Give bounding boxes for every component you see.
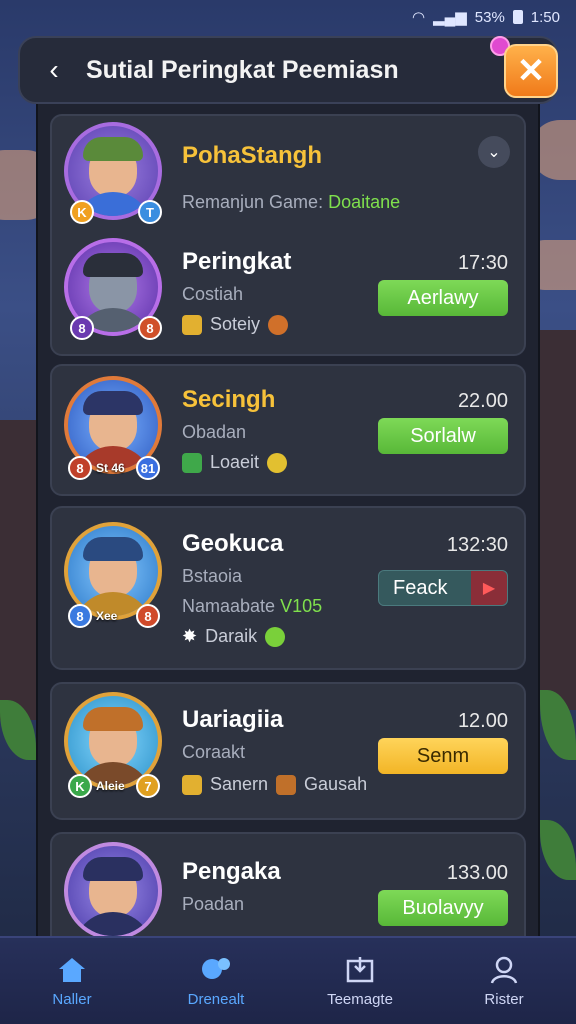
leaderboard-card: K T PohaStangh ⌄ Remanjun Game: Doaitane…: [50, 114, 526, 356]
player-subtitle: Costiah: [182, 284, 244, 304]
nav-label: Teemagte: [327, 990, 393, 1008]
chevron-left-icon: ‹: [49, 54, 59, 85]
badge-label: Xee: [96, 609, 118, 623]
nav-label: Naller: [52, 990, 92, 1008]
player-name: Geokuca: [182, 530, 284, 557]
game-label: Namaabate: [182, 596, 276, 616]
player-name: Secingh: [182, 386, 276, 413]
trophy-icon: [344, 955, 376, 985]
game-label: Remanjun Game:: [182, 192, 324, 212]
coin-icon: [182, 774, 202, 795]
score-time: 132:30: [446, 534, 508, 556]
item-label: Daraik: [205, 626, 258, 646]
level-badge: T: [138, 200, 162, 224]
player-name: PohaStangh: [182, 142, 323, 169]
game-value: Doaitane: [328, 192, 401, 212]
back-button[interactable]: ‹: [30, 46, 78, 94]
level-badge: 8: [136, 604, 160, 628]
action-button[interactable]: Senm: [378, 738, 508, 774]
chevron-down-icon: ⌄: [487, 144, 501, 161]
chest-icon: [276, 774, 297, 795]
home-icon: [56, 955, 88, 985]
wifi-icon: ◠: [411, 9, 426, 26]
badge-label: Aleie: [96, 779, 125, 793]
clock: 1:50: [530, 8, 560, 26]
score-time: 22.00: [457, 390, 508, 412]
sparkle-icon: ✸: [182, 626, 198, 646]
battery-icon: [512, 10, 523, 24]
score-time: 133.00: [446, 862, 508, 884]
score-time: 12.00: [457, 710, 508, 732]
player-subtitle: Bstaoia: [182, 566, 243, 586]
nav-item-chat[interactable]: Drenealt: [161, 955, 271, 1008]
rank-badge: K: [70, 200, 94, 224]
bottom-navigation: Naller Drenealt Teemagte Rister: [0, 936, 576, 1024]
signal-icon: ▂▄▆: [433, 9, 467, 26]
action-button[interactable]: Buolavyy: [378, 890, 508, 926]
chat-icon: [200, 955, 232, 985]
medal-icon: [268, 314, 289, 335]
gem-icon: [265, 626, 286, 647]
player-subtitle: Obadan: [182, 422, 247, 442]
rank-badge: 8: [68, 456, 92, 480]
level-badge: 8: [138, 316, 162, 340]
status-bar: ◠ ▂▄▆ 53% 1:50: [0, 0, 576, 34]
item-label: Loaeit: [210, 452, 260, 472]
leaderboard-panel: K T PohaStangh ⌄ Remanjun Game: Doaitane…: [36, 104, 540, 944]
page-title: Sutial Peringkat Peemiasn: [86, 55, 399, 84]
leaderboard-card: Pengaka 133.00 Poadan Buolavyy: [50, 832, 526, 944]
rank-badge: K: [68, 774, 92, 798]
leaderboard-card: 8 St 46 81 Secingh 22.00 Obadan Loaeit S…: [50, 364, 526, 496]
leaderboard-card: K Aleie 7 Uariagiia 12.00 Coraakt Sanern…: [50, 682, 526, 820]
coin-icon: [182, 314, 202, 335]
action-button[interactable]: Aerlawy: [378, 280, 508, 316]
expand-button[interactable]: ⌄: [478, 136, 510, 168]
item-label: Sanern: [210, 774, 269, 794]
player-name: Peringkat: [182, 248, 292, 275]
level-badge: 7: [136, 774, 160, 798]
rank-badge: 8: [70, 316, 94, 340]
close-button[interactable]: ✕: [504, 44, 558, 98]
nav-label: Rister: [484, 990, 524, 1008]
leaderboard-card: 8 Xee 8 Geokuca 132:30 Bstaoia Namaabate…: [50, 506, 526, 670]
profile-icon: [488, 955, 520, 985]
header-bar: ‹ Sutial Peringkat Peemiasn ✕: [18, 36, 558, 104]
nav-label: Drenealt: [187, 990, 245, 1008]
gem-icon: [182, 452, 202, 473]
rank-badge: 8: [68, 604, 92, 628]
player-subtitle: Coraakt: [182, 742, 246, 762]
nav-item-trophy[interactable]: Teemagte: [305, 955, 415, 1008]
action-button[interactable]: Feack ▶: [378, 570, 508, 606]
item-label-2: Gausah: [304, 774, 368, 794]
nav-item-profile[interactable]: Rister: [449, 955, 559, 1008]
score-time: 17:30: [457, 252, 508, 274]
game-value: V105: [280, 596, 323, 616]
badge-label: St 46: [96, 461, 125, 475]
close-icon: ✕: [516, 52, 546, 90]
nav-item-home[interactable]: Naller: [17, 955, 127, 1008]
player-name: Uariagiia: [182, 706, 284, 733]
avatar[interactable]: [64, 842, 162, 940]
level-badge: 81: [136, 456, 160, 480]
coin-icon: [267, 452, 288, 473]
player-subtitle: Poadan: [182, 894, 245, 914]
play-icon: ▶: [471, 571, 507, 605]
player-name: Pengaka: [182, 858, 281, 885]
action-button[interactable]: Sorlalw: [378, 418, 508, 454]
battery-percent: 53%: [474, 8, 505, 26]
item-label: Soteiy: [210, 314, 261, 334]
action-button-label: Feack: [393, 576, 448, 599]
